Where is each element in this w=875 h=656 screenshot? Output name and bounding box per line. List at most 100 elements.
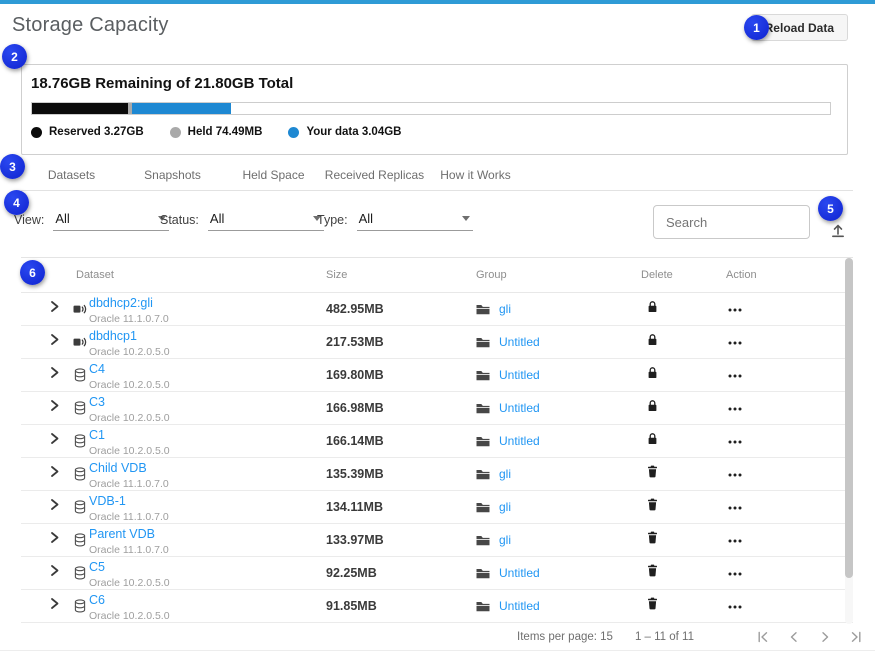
expand-row-button[interactable] <box>45 365 63 383</box>
chevron-right-icon <box>49 596 60 611</box>
group-link[interactable]: gli <box>499 533 511 547</box>
type-select[interactable]: All <box>357 211 473 231</box>
expand-row-button[interactable] <box>45 299 63 317</box>
row-actions-button[interactable] <box>728 406 742 412</box>
row-actions-button[interactable] <box>728 604 742 610</box>
group-link[interactable]: Untitled <box>499 335 540 349</box>
dataset-name-link[interactable]: Parent VDB <box>89 527 155 541</box>
chevron-right-icon <box>818 630 832 644</box>
row-actions-button[interactable] <box>728 340 742 346</box>
folder-icon <box>476 304 490 315</box>
capacity-bar <box>31 102 831 115</box>
locked-delete-button[interactable] <box>647 366 658 379</box>
expand-row-button[interactable] <box>45 431 63 449</box>
export-button[interactable] <box>829 221 847 239</box>
previous-page-button[interactable] <box>781 629 807 645</box>
expand-row-button[interactable] <box>45 530 63 548</box>
dataset-version: Oracle 10.2.0.5.0 <box>89 379 326 391</box>
more-options-icon <box>728 571 742 577</box>
items-per-page-label: Items per page: 15 <box>517 631 613 643</box>
scrollbar-thumb[interactable] <box>845 258 853 578</box>
row-actions-button[interactable] <box>728 538 742 544</box>
delete-button[interactable] <box>647 498 658 511</box>
status-select[interactable]: All <box>208 211 324 231</box>
group-link[interactable]: Untitled <box>499 401 540 415</box>
expand-row-button[interactable] <box>45 332 63 350</box>
first-page-button[interactable] <box>750 629 776 645</box>
last-page-icon <box>849 630 863 644</box>
dataset-name-link[interactable]: VDB-1 <box>89 494 126 508</box>
lock-icon <box>647 366 658 379</box>
chevron-right-icon <box>49 497 60 512</box>
dataset-size: 92.25MB <box>326 566 476 580</box>
delete-button[interactable] <box>647 564 658 577</box>
chevron-left-icon <box>787 630 801 644</box>
database-icon <box>74 533 86 547</box>
tab-datasets[interactable]: Datasets <box>21 159 122 190</box>
expand-row-button[interactable] <box>45 464 63 482</box>
group-link[interactable]: Untitled <box>499 434 540 448</box>
row-actions-button[interactable] <box>728 472 742 478</box>
locked-delete-button[interactable] <box>647 399 658 412</box>
trash-icon <box>647 597 658 610</box>
dataset-name-link[interactable]: C5 <box>89 560 105 574</box>
dataset-name-link[interactable]: C3 <box>89 395 105 409</box>
group-link[interactable]: Untitled <box>499 566 540 580</box>
database-icon <box>74 599 86 613</box>
row-actions-button[interactable] <box>728 439 742 445</box>
expand-row-button[interactable] <box>45 563 63 581</box>
dataset-name-link[interactable]: Child VDB <box>89 461 147 475</box>
chevron-right-icon <box>49 563 60 578</box>
tab-snapshots[interactable]: Snapshots <box>122 159 223 190</box>
group-link[interactable]: gli <box>499 500 511 514</box>
tab-received-replicas[interactable]: Received Replicas <box>324 159 425 190</box>
row-actions-button[interactable] <box>728 505 742 511</box>
expand-row-button[interactable] <box>45 497 63 515</box>
locked-delete-button[interactable] <box>647 432 658 445</box>
dataset-size: 166.14MB <box>326 434 476 448</box>
tab-held-space[interactable]: Held Space <box>223 159 324 190</box>
group-link[interactable]: gli <box>499 467 511 481</box>
tab-how-it-works[interactable]: How it Works <box>425 159 526 190</box>
search-input[interactable] <box>653 205 810 239</box>
dsource-icon <box>73 336 87 348</box>
capacity-summary-text: 18.76GB Remaining of 21.80GB Total <box>31 75 293 92</box>
database-icon <box>74 566 86 580</box>
locked-delete-button[interactable] <box>647 333 658 346</box>
last-page-button[interactable] <box>843 629 869 645</box>
table-scrollbar[interactable] <box>845 258 853 624</box>
view-select[interactable]: All <box>53 211 169 231</box>
delete-button[interactable] <box>647 465 658 478</box>
more-options-icon <box>728 505 742 511</box>
more-options-icon <box>728 373 742 379</box>
row-actions-button[interactable] <box>728 373 742 379</box>
database-icon <box>74 368 86 382</box>
dataset-name-link[interactable]: dbdhcp2:gli <box>89 296 153 310</box>
next-page-button[interactable] <box>812 629 838 645</box>
dataset-name-link[interactable]: C1 <box>89 428 105 442</box>
top-accent-bar <box>0 0 875 4</box>
delete-button[interactable] <box>647 597 658 610</box>
group-link[interactable]: Untitled <box>499 368 540 382</box>
status-filter: Status: All <box>160 211 324 231</box>
dataset-name-link[interactable]: C4 <box>89 362 105 376</box>
dataset-name-link[interactable]: dbdhcp1 <box>89 329 137 343</box>
annotation-badge-4: 4 <box>4 190 29 215</box>
chevron-right-icon <box>49 365 60 380</box>
legend-item-your-data: Your data 3.04GB <box>288 126 401 138</box>
more-options-icon <box>728 307 742 313</box>
group-link[interactable]: gli <box>499 302 511 316</box>
legend-reserved-label: Reserved 3.27GB <box>49 126 144 138</box>
chevron-right-icon <box>49 332 60 347</box>
locked-delete-button[interactable] <box>647 300 658 313</box>
folder-icon <box>476 535 490 546</box>
row-actions-button[interactable] <box>728 307 742 313</box>
dataset-name-link[interactable]: C6 <box>89 593 105 607</box>
expand-row-button[interactable] <box>45 398 63 416</box>
delete-button[interactable] <box>647 531 658 544</box>
row-actions-button[interactable] <box>728 571 742 577</box>
expand-row-button[interactable] <box>45 596 63 614</box>
chevron-down-icon <box>462 216 470 221</box>
dataset-size: 134.11MB <box>326 500 476 514</box>
group-link[interactable]: Untitled <box>499 599 540 613</box>
